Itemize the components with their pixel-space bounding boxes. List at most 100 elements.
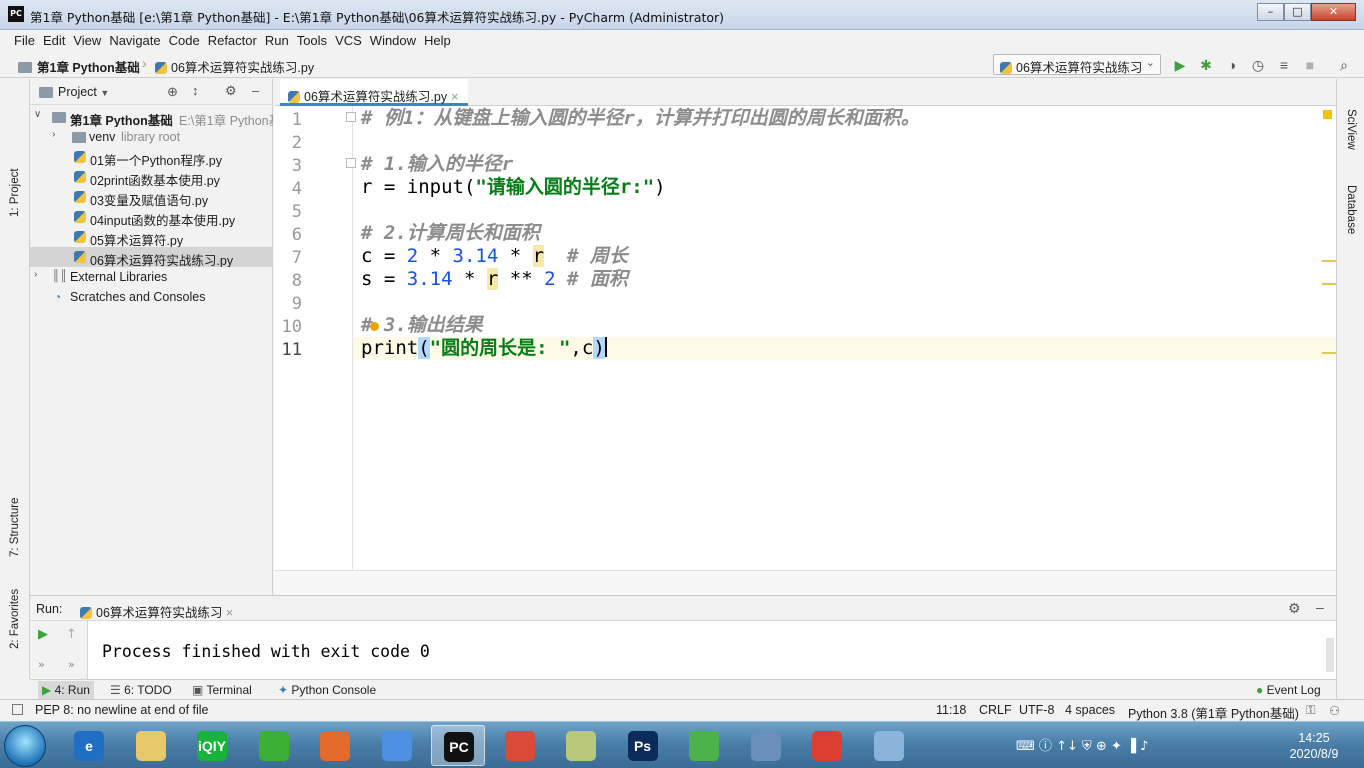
tree-item-file[interactable]: 04input函数的基本使用.py xyxy=(30,207,273,227)
tree-item-root[interactable]: ∨ 第1章 Python基础 E:\第1章 Python基础 xyxy=(30,107,273,127)
tab-run[interactable]: ▶ 4: Run xyxy=(38,681,94,699)
close-tab-icon[interactable]: × xyxy=(226,606,233,620)
taskbar-app-photoshop[interactable]: Ps xyxy=(616,725,670,766)
menu-vcs[interactable]: VCS xyxy=(331,30,366,48)
gear-icon[interactable]: ⚙ xyxy=(225,83,237,99)
taskbar-app-feishu[interactable] xyxy=(370,725,424,766)
rerun-icon[interactable]: ▶ xyxy=(38,627,48,642)
taskbar-app-app-colors[interactable] xyxy=(493,725,547,766)
code-editor[interactable]: 1 2 3 4 5 6 7 8 9 10 11 # 例1：从键盘上输入圆的半径r… xyxy=(274,106,1336,570)
menu-view[interactable]: View xyxy=(69,30,105,48)
tree-item-external-libraries[interactable]: › ║║ External Libraries xyxy=(30,267,273,287)
taskbar-app-chrome[interactable] xyxy=(800,725,854,766)
menu-help[interactable]: Help xyxy=(420,30,455,48)
expand-icon[interactable]: » xyxy=(68,658,75,671)
taskbar-app-pycharm[interactable]: PC xyxy=(431,725,485,766)
project-tool-window-button[interactable]: 1: Project xyxy=(9,168,21,217)
profile-icon[interactable]: ◷ xyxy=(1250,57,1266,73)
sciview-tool-window-button[interactable]: SciView xyxy=(1345,109,1357,150)
fold-icon[interactable] xyxy=(346,112,356,122)
tree-item-file[interactable]: 01第一个Python程序.py xyxy=(30,147,273,167)
signal-icon[interactable]: ▐ xyxy=(1126,739,1136,754)
indent-setting[interactable]: 4 spaces xyxy=(1065,703,1115,717)
close-tab-icon[interactable]: × xyxy=(451,90,458,104)
volume-icon[interactable]: ♪ xyxy=(1140,739,1148,754)
menu-tools[interactable]: Tools xyxy=(293,30,331,48)
run-concurrency-icon[interactable]: ≡ xyxy=(1276,57,1292,73)
debug-icon[interactable]: ✱ xyxy=(1198,57,1214,73)
menu-file[interactable]: File xyxy=(10,30,39,48)
taskbar-app-qq-mgr[interactable] xyxy=(739,725,793,766)
breadcrumb-file[interactable]: 06算术运算符实战练习.py xyxy=(155,57,314,76)
scrollbar[interactable] xyxy=(1326,638,1334,672)
maximize-button[interactable]: □ xyxy=(1284,3,1311,21)
fold-icon[interactable] xyxy=(346,158,356,168)
breadcrumb-project[interactable]: 第1章 Python基础 xyxy=(18,57,140,76)
database-tool-window-button[interactable]: Database xyxy=(1345,185,1357,234)
tree-item-file[interactable]: 05算术运算符.py xyxy=(30,227,273,247)
tree-item-file[interactable]: 02print函数基本使用.py xyxy=(30,167,273,187)
tab-terminal[interactable]: ▣ Terminal xyxy=(192,683,252,697)
hide-icon[interactable]: – xyxy=(252,83,259,98)
collapse-all-icon[interactable]: ↕ xyxy=(192,83,199,98)
taskbar-app-wechat[interactable] xyxy=(247,725,301,766)
run-configuration-select[interactable]: 06算术运算符实战练习 ⌄ xyxy=(993,54,1161,75)
taskbar-app-sync[interactable] xyxy=(677,725,731,766)
warning-marker[interactable] xyxy=(1322,352,1336,354)
warning-marker[interactable] xyxy=(1322,283,1336,285)
clock[interactable]: 14:25 2020/8/9 xyxy=(1282,730,1346,762)
run-icon[interactable]: ▶ xyxy=(1172,57,1188,73)
menu-edit[interactable]: Edit xyxy=(39,30,69,48)
gear-icon[interactable]: ⚙ xyxy=(1288,600,1301,617)
minimize-button[interactable]: – xyxy=(1257,3,1284,21)
menu-navigate[interactable]: Navigate xyxy=(105,30,164,48)
tree-item-file[interactable]: 03变量及赋值语句.py xyxy=(30,187,273,207)
tree-item-scratches[interactable]: ◔ Scratches and Consoles xyxy=(30,287,273,307)
inspection-status-icon[interactable] xyxy=(1323,110,1332,119)
project-view-selector[interactable]: Project ▼ xyxy=(58,85,109,99)
bluetooth-icon[interactable]: ✦ xyxy=(1111,739,1122,754)
taskbar-app-notebook[interactable] xyxy=(862,725,916,766)
file-encoding[interactable]: UTF-8 xyxy=(1019,703,1054,717)
tool-windows-toggle-icon[interactable] xyxy=(12,704,23,715)
inspector-icon[interactable]: ⚇ xyxy=(1329,703,1340,718)
caret-position[interactable]: 11:18 xyxy=(936,703,966,717)
hide-icon[interactable]: – xyxy=(1316,599,1324,615)
run-tab[interactable]: 06算术运算符实战练习 × xyxy=(80,602,233,621)
locate-icon[interactable]: ⊕ xyxy=(167,84,178,100)
python-interpreter[interactable]: Python 3.8 (第1章 Python基础) xyxy=(1128,703,1299,722)
arrow-up-icon[interactable]: ↑ xyxy=(66,627,77,642)
line-separator[interactable]: CRLF xyxy=(979,703,1012,717)
warning-marker[interactable] xyxy=(1322,260,1336,262)
taskbar-app-notepad[interactable] xyxy=(554,725,608,766)
taskbar-app-explorer[interactable] xyxy=(124,725,178,766)
taskbar-app-iqiyi[interactable]: iQIY xyxy=(185,725,239,766)
menu-code[interactable]: Code xyxy=(165,30,204,48)
menu-window[interactable]: Window xyxy=(366,30,420,48)
network-icon[interactable]: ↑↓ xyxy=(1056,739,1078,754)
plus-icon[interactable]: ⊕ xyxy=(1096,739,1107,754)
start-button[interactable] xyxy=(4,725,46,767)
tab-event-log[interactable]: ● Event Log xyxy=(1256,683,1321,697)
taskbar-app-mic[interactable] xyxy=(308,725,362,766)
tab-python-console[interactable]: ✦ Python Console xyxy=(278,683,376,697)
intention-bulb-icon[interactable] xyxy=(370,322,379,331)
tab-todo[interactable]: ☰ 6: TODO xyxy=(110,683,172,697)
favorites-tool-window-button[interactable]: 2: Favorites xyxy=(9,589,21,649)
stop-icon[interactable]: ■ xyxy=(1302,57,1318,73)
taskbar-app-ie[interactable]: e xyxy=(62,725,116,766)
expand-icon[interactable]: » xyxy=(38,658,45,671)
search-icon[interactable]: ⌕ xyxy=(1336,57,1352,73)
menu-run[interactable]: Run xyxy=(261,30,293,48)
coverage-icon[interactable]: ◑ xyxy=(1224,57,1240,73)
help-icon[interactable]: ⓘ xyxy=(1039,739,1052,754)
keyboard-icon[interactable]: ⌨ xyxy=(1016,739,1035,754)
menu-refactor[interactable]: Refactor xyxy=(204,30,261,48)
shield-icon[interactable]: ⛨ xyxy=(1082,739,1092,754)
close-button[interactable]: ✕ xyxy=(1311,3,1356,21)
lock-icon[interactable]: ⚿ xyxy=(1306,703,1316,718)
editor-tab-active[interactable]: 06算术运算符实战练习.py × xyxy=(280,79,469,106)
tree-item-venv[interactable]: › venv library root xyxy=(30,127,273,147)
tree-item-file-selected[interactable]: 06算术运算符实战练习.py xyxy=(30,247,273,267)
structure-tool-window-button[interactable]: 7: Structure xyxy=(9,498,21,557)
